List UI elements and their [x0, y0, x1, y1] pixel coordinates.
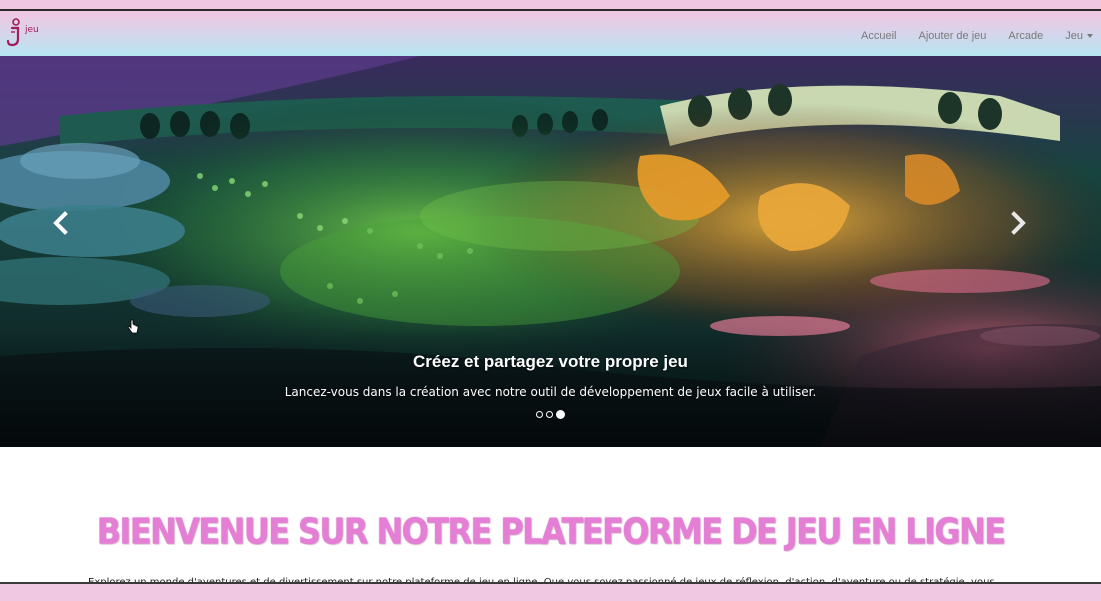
hero-carousel: Créez et partagez votre propre jeu Lance… [0, 56, 1101, 447]
carousel-caption-text: Lancez-vous dans la création avec notre … [284, 385, 817, 399]
mouse-cursor-icon [127, 319, 139, 334]
carousel-prev-button[interactable] [46, 208, 76, 238]
nav-item-arcade[interactable]: Arcade [997, 30, 1054, 42]
brand-name: jeu [25, 25, 39, 35]
navbar: jeu Accueil Ajouter de jeu Arcade Jeu [0, 11, 1101, 56]
nav-item-ajouter-de-jeu[interactable]: Ajouter de jeu [908, 30, 998, 42]
carousel-indicator-2[interactable] [546, 411, 553, 418]
chevron-left-icon [53, 211, 68, 235]
brand-logo[interactable]: jeu [6, 17, 39, 47]
carousel-next-button[interactable] [1003, 208, 1033, 238]
carousel-indicators [0, 410, 1101, 419]
bottom-frame-strip [0, 582, 1101, 601]
page-headline: BIENVENUE SUR NOTRE PLATEFORME DE JEU EN… [96, 510, 1006, 553]
nav-links: Accueil Ajouter de jeu Arcade Jeu [850, 30, 1093, 42]
chevron-right-icon [1011, 211, 1026, 235]
carousel-caption-title: Créez et partagez votre propre jeu [413, 352, 688, 371]
nav-item-accueil[interactable]: Accueil [850, 30, 907, 42]
carousel-caption: Créez et partagez votre propre jeu Lance… [0, 352, 1101, 399]
carousel-indicator-1[interactable] [536, 411, 543, 418]
nav-item-jeu-dropdown[interactable]: Jeu [1054, 30, 1093, 42]
caret-down-icon [1087, 34, 1093, 39]
carousel-indicator-3-active[interactable] [556, 410, 565, 419]
j-logo-icon [6, 18, 20, 47]
main-content: BIENVENUE SUR NOTRE PLATEFORME DE JEU EN… [0, 447, 1101, 588]
page: jeu Accueil Ajouter de jeu Arcade Jeu Cr… [0, 0, 1101, 601]
nav-item-jeu-label: Jeu [1065, 30, 1083, 42]
top-frame-strip [0, 0, 1101, 11]
